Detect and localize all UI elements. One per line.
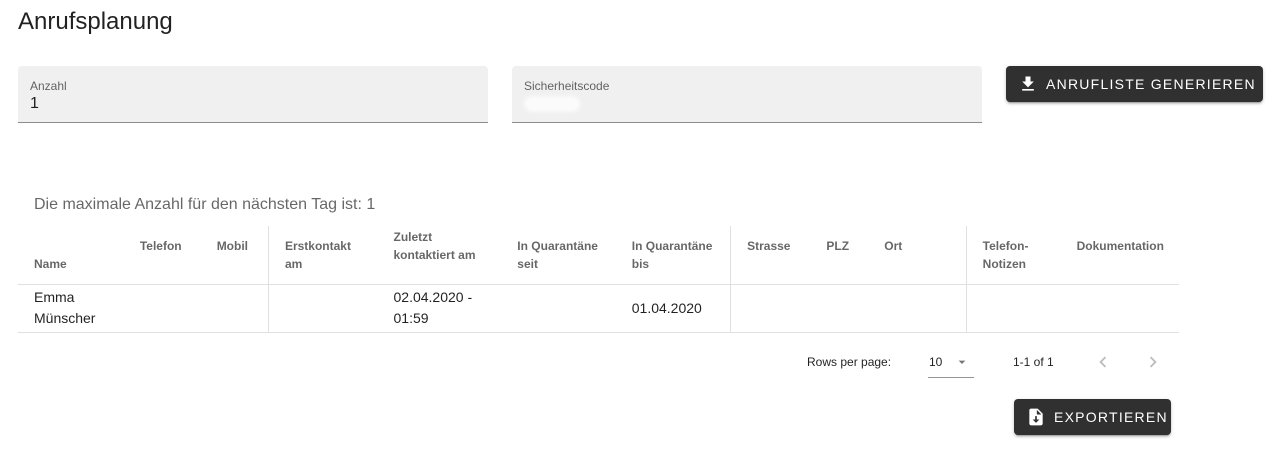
header-telefon[interactable]: Telefon bbox=[123, 226, 201, 285]
page-title: Anrufsplanung bbox=[18, 8, 173, 35]
header-ort[interactable]: Ort bbox=[868, 226, 967, 285]
table-row[interactable]: Emma Münscher 02.04.2020 -01:59 01.04.202… bbox=[18, 284, 1179, 333]
header-erstkontakt[interactable]: Erstkontakt am bbox=[267, 226, 378, 285]
cell-strasse bbox=[730, 284, 811, 333]
header-name[interactable]: Name bbox=[18, 226, 124, 285]
previous-page-button[interactable] bbox=[1091, 350, 1115, 374]
pagination-range: 1-1 of 1 bbox=[1013, 355, 1054, 369]
count-label: Anzahl bbox=[30, 79, 67, 93]
header-dokumentation[interactable]: Dokumentation bbox=[1060, 226, 1179, 285]
security-code-label: Sicherheitscode bbox=[524, 79, 610, 93]
header-strasse[interactable]: Strasse bbox=[730, 226, 811, 285]
table-pagination: Rows per page: 10 1-1 of 1 bbox=[0, 350, 1279, 378]
rows-per-page-value: 10 bbox=[929, 355, 943, 369]
cell-telefon bbox=[123, 284, 201, 333]
dropdown-arrow-icon bbox=[954, 354, 970, 370]
header-plz[interactable]: PLZ bbox=[810, 226, 869, 285]
security-code-field[interactable]: Sicherheitscode bbox=[512, 66, 982, 123]
count-field[interactable]: Anzahl bbox=[18, 66, 488, 123]
table-header-row: Name Telefon Mobil Erstkontakt am Zuletzt… bbox=[18, 226, 1179, 285]
next-page-button[interactable] bbox=[1141, 350, 1165, 374]
cell-mobil bbox=[200, 284, 269, 333]
cell-dokumentation bbox=[1060, 284, 1179, 333]
generate-call-list-button[interactable]: ANRUFLISTE GENERIEREN bbox=[1006, 66, 1263, 102]
call-table: Name Telefon Mobil Erstkontakt am Zuletzt… bbox=[18, 226, 1179, 333]
chevron-left-icon bbox=[1099, 356, 1107, 368]
chevron-right-icon bbox=[1149, 356, 1157, 368]
cell-zuletzt-kontaktiert: 02.04.2020 -01:59 bbox=[377, 284, 502, 333]
file-download-icon bbox=[1026, 407, 1046, 427]
header-quarantaene-seit[interactable]: In Quarantäne seit bbox=[501, 226, 616, 285]
cell-erstkontakt bbox=[267, 284, 378, 333]
rows-per-page-select[interactable]: 10 bbox=[928, 350, 974, 378]
header-zuletzt-kontaktiert[interactable]: Zuletzt kontaktiert am bbox=[377, 226, 502, 285]
header-telefon-notizen[interactable]: Telefon- Notizen bbox=[965, 226, 1061, 285]
generate-call-list-label: ANRUFLISTE GENERIEREN bbox=[1046, 76, 1256, 92]
security-code-masked-value[interactable] bbox=[524, 96, 580, 112]
cell-plz bbox=[810, 284, 869, 333]
rows-per-page-label: Rows per page: bbox=[807, 355, 892, 369]
download-icon bbox=[1018, 74, 1038, 94]
header-mobil[interactable]: Mobil bbox=[200, 226, 269, 285]
header-quarantaene-bis[interactable]: In Quarantäne bis bbox=[615, 226, 731, 285]
cell-name: Emma Münscher bbox=[18, 284, 124, 333]
export-label: EXPORTIEREN bbox=[1054, 409, 1168, 425]
cell-telefon-notizen bbox=[965, 284, 1061, 333]
cell-quarantaene-bis: 01.04.2020 bbox=[615, 284, 731, 333]
cell-ort bbox=[868, 284, 967, 333]
count-input[interactable] bbox=[30, 95, 470, 113]
cell-quarantaene-seit bbox=[501, 284, 616, 333]
export-button[interactable]: EXPORTIEREN bbox=[1014, 399, 1171, 435]
max-count-info: Die maximale Anzahl für den nächsten Tag… bbox=[34, 196, 376, 213]
